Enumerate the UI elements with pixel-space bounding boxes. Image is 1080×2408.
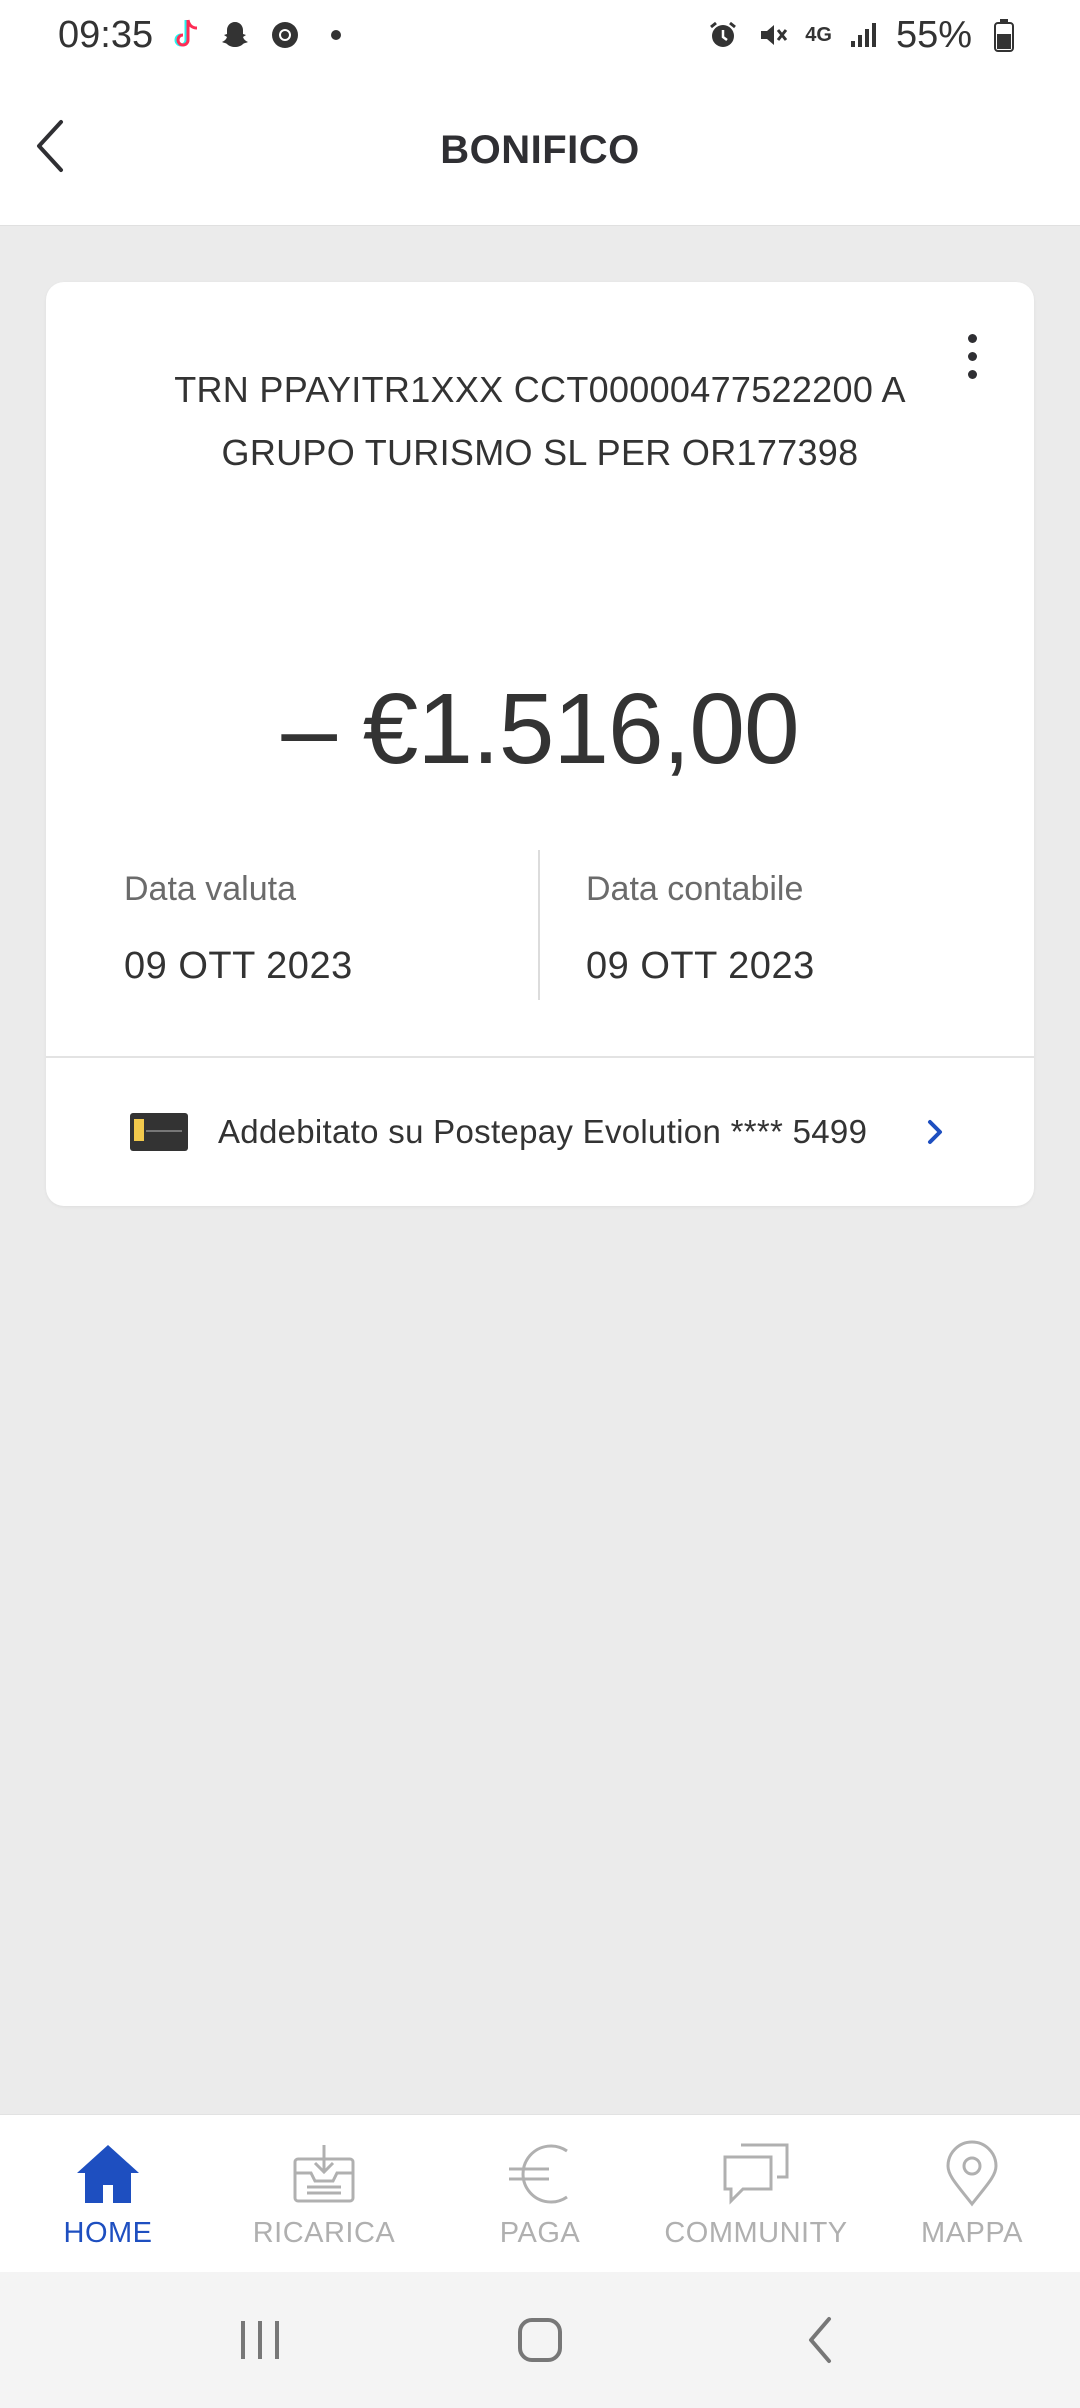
page-title: BONIFICO [440, 128, 640, 172]
accounting-date: 09 OTT 2023 [586, 945, 815, 987]
battery-percent: 55% [895, 13, 972, 56]
snapchat-icon [217, 17, 253, 53]
charged-account-text: Addebitato su Postepay Evolution **** 54… [218, 1113, 868, 1150]
back-system-icon [809, 2317, 831, 2363]
value-date-block: Data valuta 09 OTT 2023 [124, 850, 584, 988]
nav-item-ricarica[interactable]: RICARICA [216, 2115, 432, 2272]
system-nav-bar [0, 2272, 1080, 2408]
nav-item-mappa[interactable]: MAPPA [864, 2115, 1080, 2272]
nav-item-home[interactable]: HOME [0, 2115, 216, 2272]
notification-dot [331, 30, 342, 40]
status-time: 09:35 [58, 13, 154, 56]
accounting-date-label: Data contabile [586, 870, 804, 908]
home-icon [72, 2139, 144, 2209]
chevron-right-icon [920, 1114, 950, 1150]
nav-label-home: HOME [63, 2217, 153, 2249]
transaction-amount: – €1.516,00 [281, 673, 799, 785]
transaction-description: TRN PPAYITR1XXX CCT00000477522200 A GRUP… [174, 369, 906, 473]
bottom-nav: HOME RICARICA PAGA COMMUNITY MAPPA [0, 2114, 1080, 2272]
chrome-icon [267, 17, 303, 53]
signal-icon [846, 17, 882, 53]
status-right: 4G 55% [705, 14, 1022, 57]
nav-label-ricarica: RICARICA [252, 2217, 396, 2249]
home-system-button[interactable] [500, 2300, 580, 2380]
more-options-button[interactable] [952, 326, 992, 386]
status-left: 09:35 [58, 13, 342, 57]
nav-label-mappa: MAPPA [921, 2217, 1023, 2249]
map-pin-icon [936, 2139, 1008, 2209]
status-bar: 09:35 4G 55% [0, 0, 1080, 70]
mute-icon [755, 17, 791, 53]
date-divider [538, 850, 540, 1000]
alarm-icon [705, 17, 741, 53]
value-date-label: Data valuta [124, 870, 296, 908]
nav-item-community[interactable]: COMMUNITY [648, 2115, 864, 2272]
payment-card-icon [130, 1113, 188, 1151]
dates-section: Data valuta 09 OTT 2023 Data contabile 0… [46, 850, 1034, 1000]
back-system-button[interactable] [780, 2300, 860, 2380]
recent-apps-icon [241, 2321, 279, 2359]
euro-icon [504, 2139, 576, 2209]
charged-account-row[interactable]: Addebitato su Postepay Evolution **** 54… [46, 1058, 1034, 1206]
nav-label-community: COMMUNITY [664, 2217, 848, 2249]
transaction-card: TRN PPAYITR1XXX CCT00000477522200 A GRUP… [46, 282, 1034, 1206]
recent-apps-button[interactable] [220, 2300, 300, 2380]
accounting-date-block: Data contabile 09 OTT 2023 [586, 850, 1046, 988]
ricarica-icon [288, 2139, 360, 2209]
app-header: BONIFICO [0, 70, 1080, 226]
network-type: 4G [805, 23, 832, 46]
chat-icon [720, 2139, 792, 2209]
more-vertical-icon [967, 333, 977, 343]
tiktok-icon [167, 17, 203, 53]
battery-icon [986, 17, 1022, 53]
nav-label-paga: PAGA [499, 2217, 581, 2249]
value-date: 09 OTT 2023 [124, 945, 353, 987]
nav-item-paga[interactable]: PAGA [432, 2115, 648, 2272]
home-system-icon [518, 2318, 562, 2362]
